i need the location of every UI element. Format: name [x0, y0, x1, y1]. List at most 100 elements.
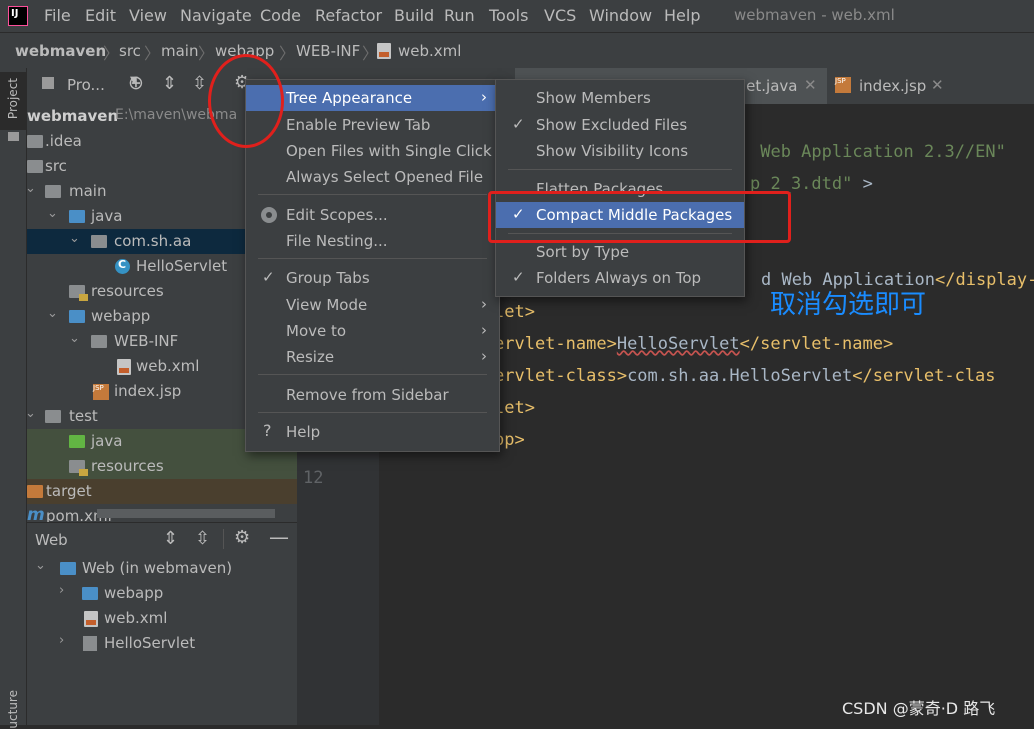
menu-item-view-mode[interactable]: View Mode › — [246, 292, 499, 318]
menu-separator — [508, 169, 732, 170]
chevron-right-icon: › — [481, 321, 487, 339]
menu-vcs[interactable]: VCS — [544, 6, 576, 25]
scopes-icon-dot — [266, 212, 272, 218]
breadcrumb-main[interactable]: main — [161, 42, 198, 60]
menu-item-file-nesting[interactable]: File Nesting... — [246, 228, 499, 254]
folder-icon — [45, 410, 61, 423]
menu-file[interactable]: File — [44, 6, 71, 25]
locate-icon[interactable]: ⊕ — [128, 72, 144, 94]
chevron-down-icon[interactable]: ⌄ — [47, 206, 58, 221]
tree-item-web-webapp[interactable]: › webapp — [27, 581, 297, 606]
menu-item-group-tabs[interactable]: ✓ Group Tabs — [246, 265, 499, 291]
expand-all-icon[interactable]: ⇕ — [162, 73, 177, 94]
code-line[interactable]: ervlet-name>HelloServlet</servlet-name> — [494, 334, 893, 354]
close-icon[interactable]: ✕ — [804, 76, 817, 94]
breadcrumb: webmaven 〉 src 〉 main 〉 webapp 〉 WEB-INF… — [0, 32, 1034, 70]
menu-refactor[interactable]: Refactor — [315, 6, 382, 25]
menu-item-label: Group Tabs — [286, 269, 370, 287]
breadcrumb-web-inf[interactable]: WEB-INF — [296, 42, 360, 60]
menu-item-label: Sort by Type — [536, 243, 630, 261]
tree-item-test-resources[interactable]: resources — [27, 454, 297, 479]
menu-item-label: Resize — [286, 348, 335, 366]
menu-item-edit-scopes[interactable]: Edit Scopes... — [246, 202, 499, 228]
breadcrumb-project[interactable]: webmaven — [15, 42, 106, 60]
collapse-all-icon[interactable]: ⇳ — [192, 73, 207, 94]
folder-icon — [91, 335, 107, 348]
menu-item-label: Show Members — [536, 89, 651, 107]
menu-item-move-to[interactable]: Move to › — [246, 318, 499, 344]
tree-item-label: HelloServlet — [104, 634, 196, 652]
chevron-down-icon[interactable]: ⌄ — [27, 406, 36, 421]
chevron-down-icon[interactable]: ⌄ — [27, 181, 36, 196]
menu-item-open-single-click[interactable]: Open Files with Single Click — [246, 138, 499, 164]
tree-item-label: index.jsp — [114, 382, 182, 400]
chevron-down-icon[interactable]: ⌄ — [69, 231, 80, 246]
code-line[interactable]: Web Application 2.3//EN" — [750, 142, 1006, 162]
project-tool-tab[interactable]: Project — [0, 72, 26, 130]
code-token: > — [862, 174, 873, 194]
chevron-down-icon[interactable]: ⌄ — [35, 558, 46, 573]
tree-item-web-facet[interactable]: ⌄ Web (in webmaven) — [27, 556, 297, 581]
menu-item-label: Always Select Opened File — [286, 168, 484, 186]
code-token: HelloServlet — [616, 334, 740, 354]
menu-item-folders-always-on-top[interactable]: ✓ Folders Always on Top — [496, 265, 744, 291]
chevron-right-icon[interactable]: › — [59, 633, 64, 648]
menu-run[interactable]: Run — [444, 6, 475, 25]
project-view-dropdown[interactable]: Pro... — [67, 76, 105, 94]
code-line[interactable]: let> — [494, 398, 535, 418]
code-line[interactable]: ervlet-class>com.sh.aa.HelloServlet</ser… — [494, 366, 996, 386]
menu-item-always-select-opened[interactable]: Always Select Opened File — [246, 164, 499, 190]
minimize-icon[interactable]: — — [269, 525, 289, 549]
structure-tool-label[interactable]: ucture — [6, 690, 20, 729]
menu-item-show-visibility-icons[interactable]: Show Visibility Icons — [496, 138, 744, 164]
intellij-logo-icon[interactable]: IJ — [8, 6, 28, 26]
tab-java-label[interactable]: let.java — [742, 77, 797, 95]
breadcrumb-separator-icon: 〉 — [198, 44, 215, 63]
menu-item-remove-from-sidebar[interactable]: Remove from Sidebar — [246, 382, 499, 408]
close-icon[interactable]: ✕ — [931, 76, 944, 94]
expand-all-icon[interactable]: ⇕ — [163, 528, 178, 549]
menu-item-enable-preview-tab[interactable]: Enable Preview Tab — [246, 112, 499, 138]
breadcrumb-web-xml[interactable]: web.xml — [398, 42, 461, 60]
web-facet-icon — [60, 562, 76, 575]
menu-navigate[interactable]: Navigate — [180, 6, 252, 25]
chevron-down-icon[interactable]: ⌄ — [69, 331, 80, 346]
menu-item-label: Enable Preview Tab — [286, 116, 431, 134]
menu-item-show-excluded-files[interactable]: ✓ Show Excluded Files — [496, 112, 744, 138]
chevron-right-icon[interactable]: › — [59, 583, 64, 598]
breadcrumb-separator-icon: 〉 — [279, 44, 296, 63]
test-folder-icon — [69, 435, 85, 448]
code-line[interactable]: let> — [494, 302, 535, 322]
folder-icon — [8, 132, 19, 141]
menu-code[interactable]: Code — [260, 6, 301, 25]
menu-item-resize[interactable]: Resize › — [246, 344, 499, 370]
menu-build[interactable]: Build — [394, 6, 434, 25]
menu-item-show-members[interactable]: Show Members — [496, 85, 744, 111]
scrollbar[interactable] — [97, 509, 275, 518]
menu-item-help[interactable]: ? Help — [246, 419, 499, 445]
menu-help[interactable]: Help — [664, 6, 700, 25]
tree-item-target[interactable]: target — [27, 479, 297, 504]
menu-tools[interactable]: Tools — [489, 6, 528, 25]
code-token: </display- — [935, 270, 1034, 290]
menu-separator — [258, 194, 487, 195]
tree-item-web-helloservlet[interactable]: › HelloServlet — [27, 631, 297, 656]
menu-window[interactable]: Window — [589, 6, 652, 25]
resources-folder-icon — [69, 460, 88, 476]
tree-item-label: resources — [91, 457, 164, 475]
breadcrumb-separator-icon: 〉 — [103, 44, 120, 63]
collapse-all-icon[interactable]: ⇳ — [195, 528, 210, 549]
excluded-folder-icon — [27, 485, 43, 498]
tree-item-label: Web (in webmaven) — [82, 559, 233, 577]
code-token: ervlet-name> — [494, 334, 617, 354]
tree-item-web-web-xml[interactable]: web.xml — [27, 606, 297, 631]
gear-icon[interactable]: ⚙ — [234, 527, 250, 548]
breadcrumb-src[interactable]: src — [119, 42, 141, 60]
menu-edit[interactable]: Edit — [85, 6, 116, 25]
code-token: </servlet-clas — [852, 366, 996, 386]
menu-view[interactable]: View — [129, 6, 167, 25]
folder-icon — [45, 185, 61, 198]
chevron-down-icon[interactable]: ⌄ — [47, 306, 58, 321]
menu-bar: IJ File Edit View Navigate Code Refactor… — [0, 0, 1034, 32]
tab-index-jsp-label[interactable]: index.jsp — [859, 77, 926, 95]
